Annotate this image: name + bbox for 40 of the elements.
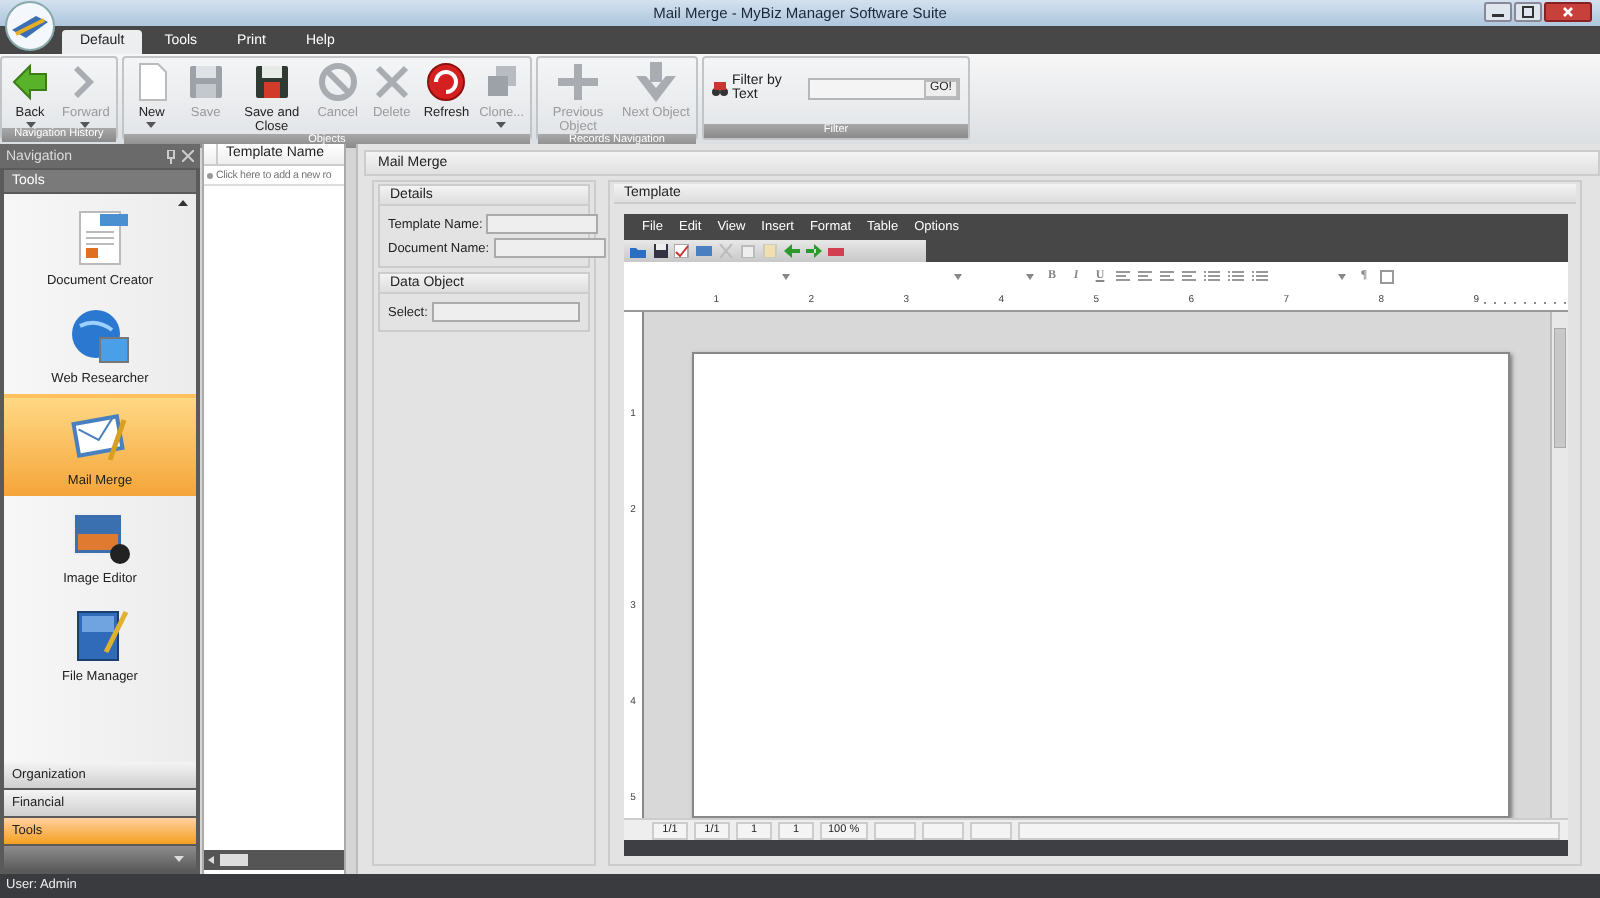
align-icon[interactable] <box>1182 270 1196 282</box>
close-icon[interactable] <box>1544 2 1592 22</box>
input-field[interactable] <box>431 302 580 322</box>
input-field[interactable] <box>493 238 606 258</box>
vertical-scrollbar[interactable] <box>1550 312 1568 818</box>
open-folder-icon[interactable] <box>630 244 646 258</box>
prohibited-icon <box>315 60 360 104</box>
input-field[interactable] <box>486 214 599 234</box>
align-icon[interactable] <box>1138 270 1152 282</box>
caret-icon <box>496 122 507 128</box>
scroll-up-icon[interactable] <box>178 200 188 206</box>
refresh-icon <box>424 60 469 104</box>
caret-icon <box>954 273 962 279</box>
caret-icon <box>1026 273 1034 279</box>
horizontal-scrollbar[interactable] <box>204 850 344 870</box>
align-icon[interactable] <box>1116 270 1130 282</box>
globe-icon <box>68 305 132 365</box>
minimize-icon[interactable] <box>1484 2 1512 22</box>
right-arrow-icon[interactable] <box>806 244 822 258</box>
back-arrow-icon <box>8 60 52 104</box>
align-icon[interactable] <box>1160 270 1174 282</box>
chevron-icon <box>174 855 184 861</box>
caret-icon <box>782 273 790 279</box>
list-icon[interactable] <box>1252 270 1268 282</box>
scroll-thumb-icon <box>220 854 248 866</box>
pin-icon[interactable] <box>166 149 176 163</box>
caret-icon <box>146 122 157 128</box>
scroll-thumb-icon <box>1554 328 1566 448</box>
list-icon[interactable] <box>1228 270 1244 282</box>
list-icon[interactable] <box>1204 270 1220 282</box>
down-arrow-icon <box>634 60 678 104</box>
new-row-icon <box>206 171 214 179</box>
copy-icon[interactable] <box>740 244 756 258</box>
scroll-left-icon <box>208 856 214 864</box>
left-arrow-icon[interactable] <box>784 244 800 258</box>
page-icon[interactable] <box>1380 269 1394 283</box>
maximize-icon[interactable] <box>1514 2 1542 22</box>
caret-icon <box>1338 273 1346 279</box>
plus-icon <box>556 60 601 104</box>
check-icon[interactable] <box>674 244 690 258</box>
